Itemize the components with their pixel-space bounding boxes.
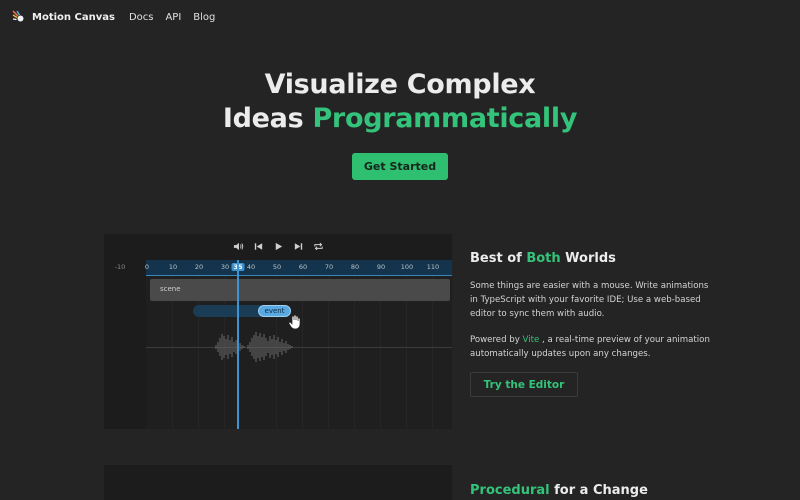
ruler-tick: 0 xyxy=(144,263,150,271)
grab-cursor-icon xyxy=(288,314,301,330)
ruler-tick: -10 xyxy=(114,263,126,271)
ruler-tick: 40 xyxy=(246,263,256,271)
ruler-tick: 90 xyxy=(376,263,386,271)
hero-title-line1: Visualize Complex xyxy=(264,69,536,100)
get-started-button[interactable]: Get Started xyxy=(352,153,448,180)
timeline-ruler[interactable]: -10 0 10 20 30 40 50 60 70 80 90 100 110… xyxy=(104,260,452,276)
editor-preview: -10 0 10 20 30 40 50 60 70 80 90 100 110… xyxy=(104,234,452,429)
nav-link-docs[interactable]: Docs xyxy=(129,12,154,23)
ruler-tick: 20 xyxy=(194,263,204,271)
motion-canvas-logo-icon xyxy=(12,10,24,22)
ruler-tick: 30 xyxy=(220,263,230,271)
ruler-tick: 70 xyxy=(324,263,334,271)
hero-title-line2-plain: Ideas xyxy=(222,103,313,134)
scene-clip[interactable]: scene xyxy=(150,279,450,301)
hero-title-accent: Programmatically xyxy=(312,103,578,134)
feature-heading-best-of-both-worlds: Best of Both Worlds xyxy=(470,251,616,266)
event-marker[interactable]: event xyxy=(258,305,291,317)
brand-name: Motion Canvas xyxy=(32,11,115,23)
ruler-tick: 50 xyxy=(272,263,282,271)
loop-icon[interactable] xyxy=(312,240,324,252)
hero-title: Visualize Complex Ideas Programmatically xyxy=(0,68,800,136)
brand-logo[interactable]: Motion Canvas xyxy=(12,10,115,24)
feature2-heading-post: for a Change xyxy=(549,483,648,498)
ruler-tick: 100 xyxy=(400,263,414,271)
feature-description-vite: Powered by Vite , a real-time preview of… xyxy=(470,333,710,361)
try-the-editor-button[interactable]: Try the Editor xyxy=(470,372,578,397)
feature-description: Some things are easier with a mouse. Wri… xyxy=(470,281,709,319)
ruler-tick: 10 xyxy=(168,263,178,271)
nav-link-api[interactable]: API xyxy=(165,12,181,23)
feature-heading-post: Worlds xyxy=(560,251,616,266)
play-icon[interactable] xyxy=(272,240,284,252)
playback-controls xyxy=(104,234,452,258)
vite-link[interactable]: Vite xyxy=(523,335,540,345)
feature-heading-accent: Both xyxy=(526,251,561,266)
skip-forward-icon[interactable] xyxy=(292,240,304,252)
vite-text-pre: Powered by xyxy=(470,335,523,345)
ruler-tick: 60 xyxy=(298,263,308,271)
procedural-preview-panel xyxy=(104,465,452,500)
playhead[interactable] xyxy=(237,260,239,429)
navbar: Motion Canvas Docs API Blog xyxy=(0,0,800,34)
feature-heading-procedural: Procedural for a Change xyxy=(470,483,648,498)
skip-back-icon[interactable] xyxy=(252,240,264,252)
feature-heading-pre: Best of xyxy=(470,251,527,266)
ruler-tick: 110 xyxy=(426,263,440,271)
volume-icon[interactable] xyxy=(232,240,244,252)
ruler-tick: 80 xyxy=(350,263,360,271)
scene-label: scene xyxy=(160,285,181,293)
nav-link-blog[interactable]: Blog xyxy=(193,12,215,23)
feature2-heading-accent: Procedural xyxy=(470,483,550,498)
audio-waveform xyxy=(215,332,293,362)
